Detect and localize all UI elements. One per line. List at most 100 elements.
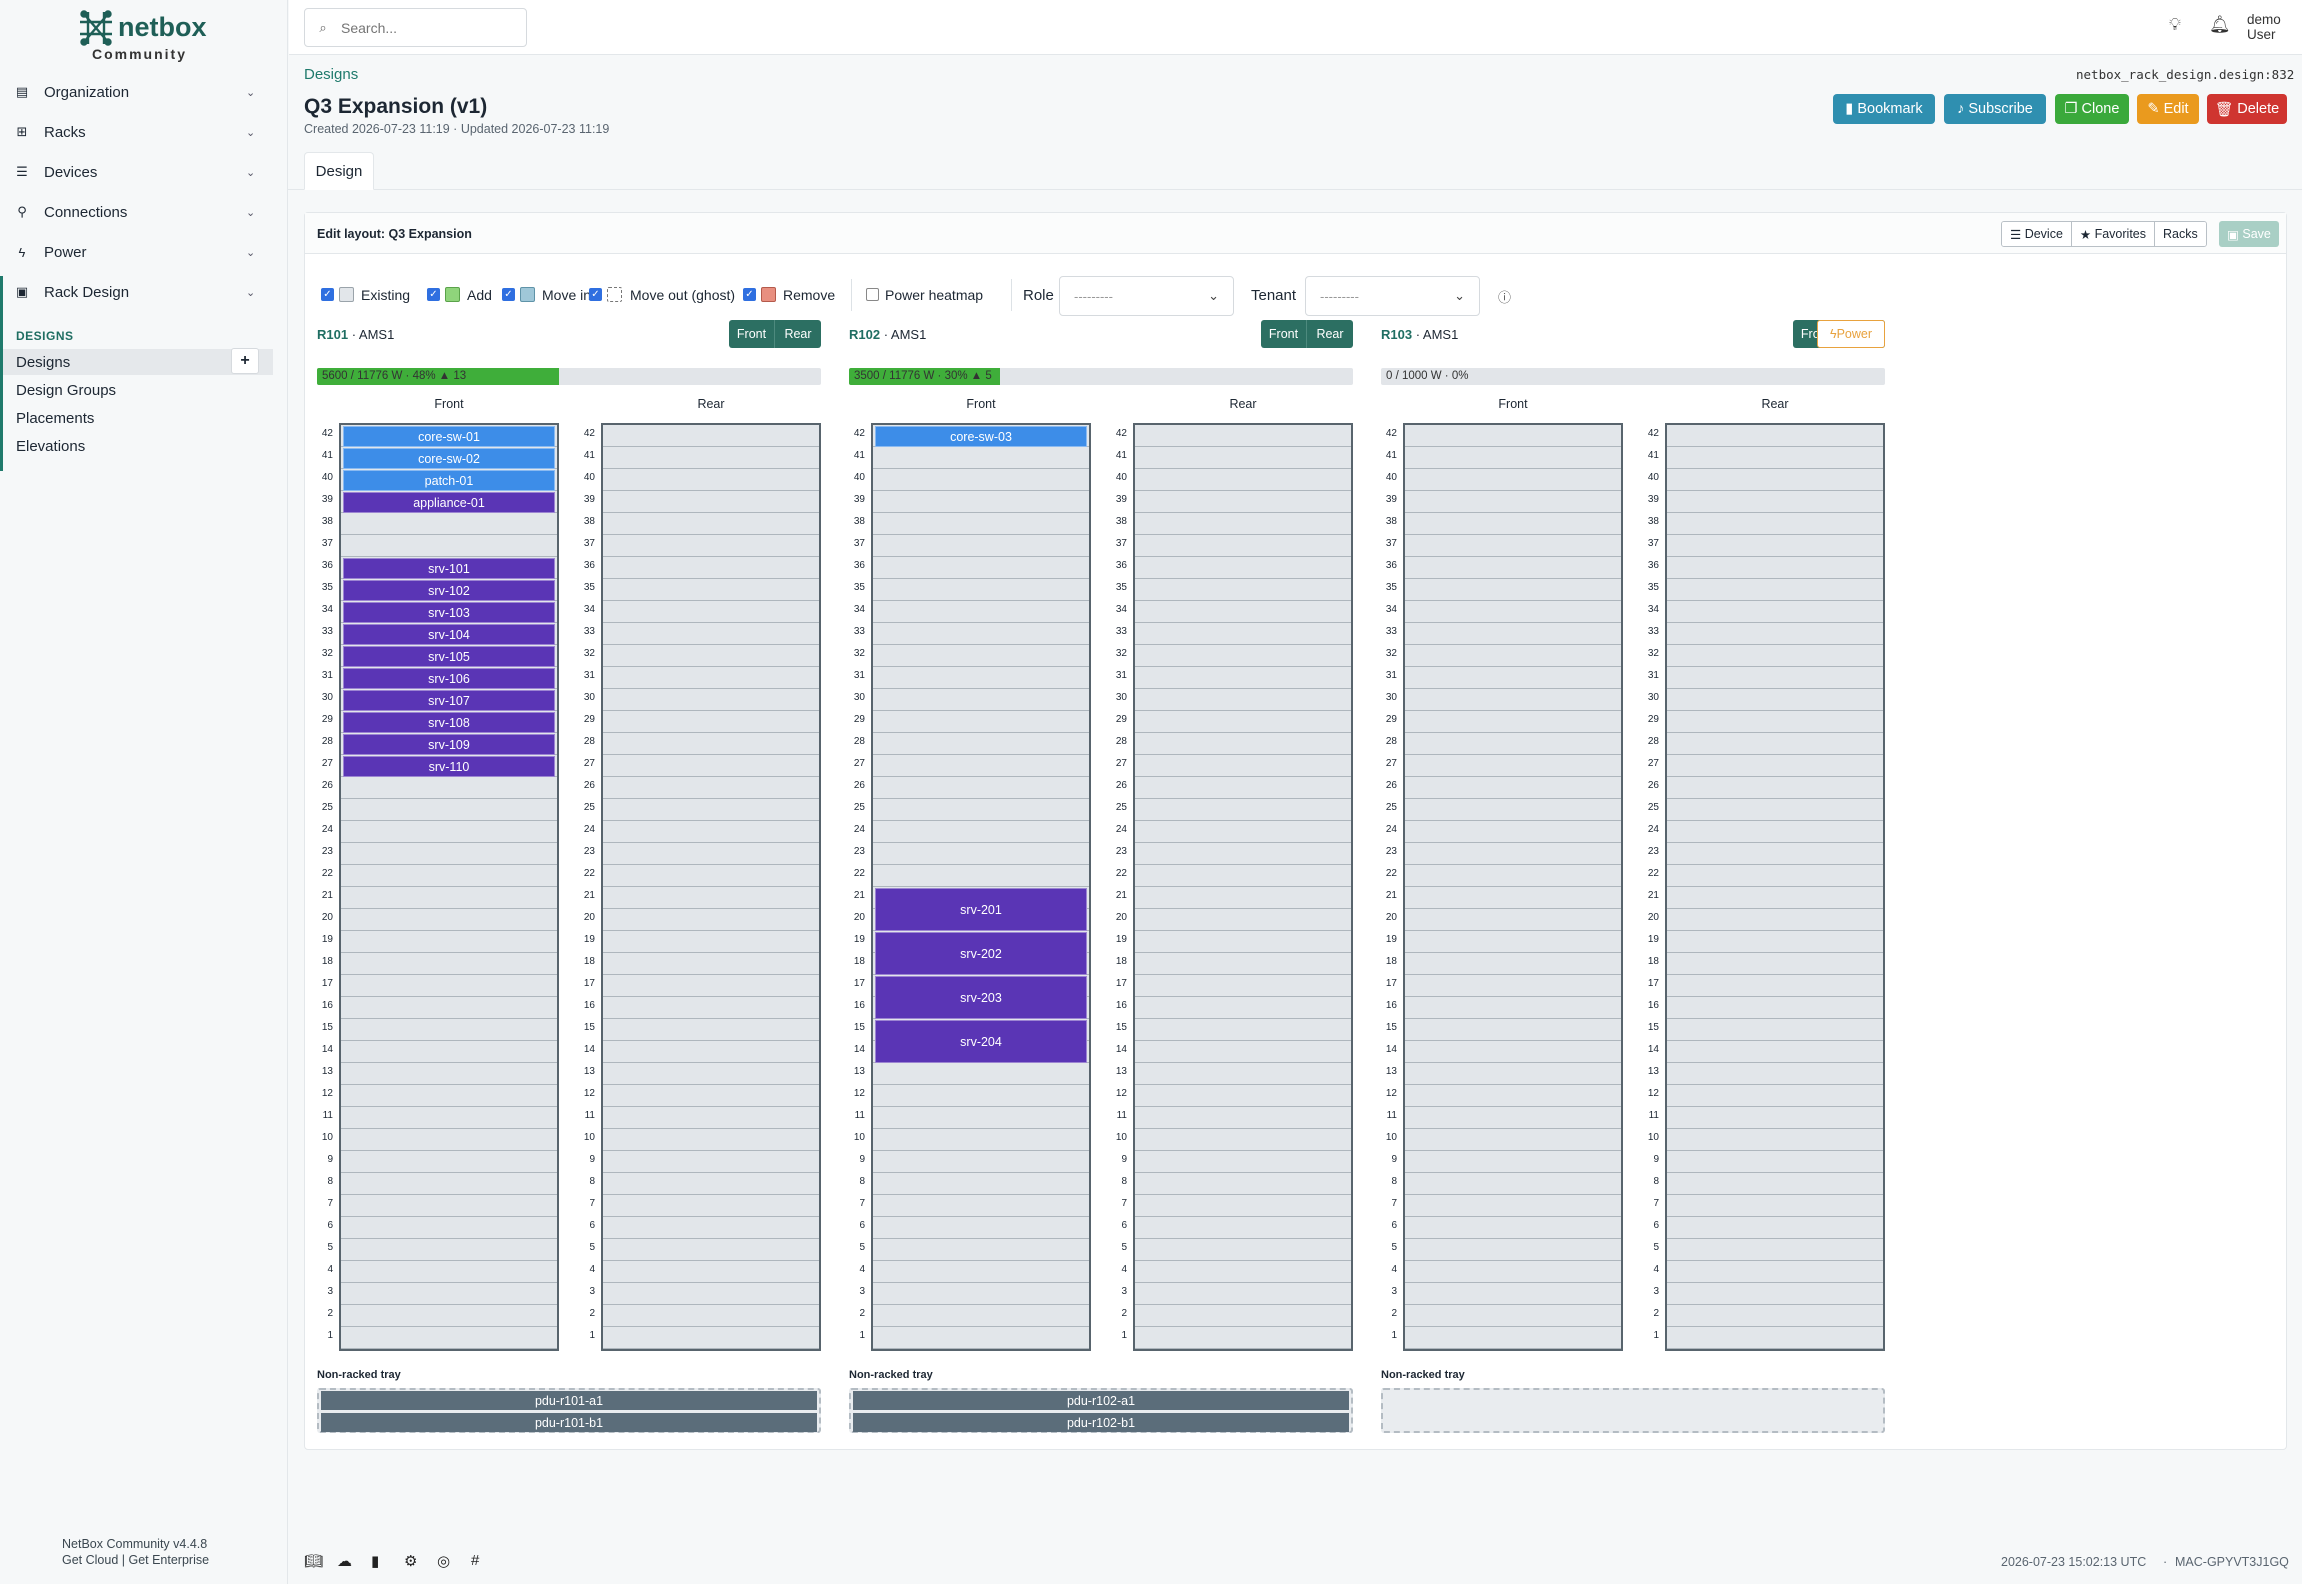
rack-unit-slot[interactable] (341, 1173, 557, 1195)
rack-unit-slot[interactable] (603, 1129, 819, 1151)
rack-unit-slot[interactable] (873, 535, 1089, 557)
rack-unit-slot[interactable] (341, 1195, 557, 1217)
rack-unit-slot[interactable] (603, 931, 819, 953)
rack-unit-slot[interactable] (1667, 887, 1883, 909)
non-racked-tray[interactable]: pdu-r102-a1 pdu-r102-b1 (849, 1388, 1353, 1433)
sidebar-item-placements[interactable]: Placements (3, 405, 273, 431)
rack-unit-slot[interactable] (341, 535, 557, 557)
favorites-panel-button[interactable]: ★ Favorites (2071, 222, 2155, 246)
rack-unit-slot[interactable] (1667, 557, 1883, 579)
rack-unit-slot[interactable] (1667, 645, 1883, 667)
rack-unit-slot[interactable] (603, 447, 819, 469)
rack-unit-slot[interactable] (1135, 1261, 1351, 1283)
rack-title[interactable]: R103 · AMS1 (1381, 327, 1458, 342)
rack-unit-slot[interactable] (1405, 491, 1621, 513)
rack-unit-slot[interactable] (1405, 1107, 1621, 1129)
rack-unit-slot[interactable] (873, 1129, 1089, 1151)
rack-unit-slot[interactable] (1405, 667, 1621, 689)
add-checkbox[interactable]: ✓ (427, 288, 440, 301)
rack-unit-slot[interactable] (341, 777, 557, 799)
rack-unit-slot[interactable] (1667, 425, 1883, 447)
rack-unit-slot[interactable] (341, 953, 557, 975)
tray-device[interactable]: pdu-r102-b1 (853, 1413, 1349, 1432)
rack-unit-slot[interactable] (1135, 931, 1351, 953)
rack-unit-slot[interactable] (1135, 1085, 1351, 1107)
power-heatmap-checkbox[interactable] (866, 288, 879, 301)
rack-unit-slot[interactable] (1405, 1305, 1621, 1327)
rack-unit-slot[interactable] (603, 601, 819, 623)
rack-unit-slot[interactable] (1405, 469, 1621, 491)
rack-unit-slot[interactable] (1405, 425, 1621, 447)
rack-unit-slot[interactable] (1405, 997, 1621, 1019)
rack-device[interactable]: patch-01 (343, 470, 555, 491)
rack-unit-slot[interactable] (603, 1327, 819, 1349)
rack-unit-slot[interactable] (873, 1063, 1089, 1085)
rack-unit-slot[interactable] (873, 1217, 1089, 1239)
rack-unit-slot[interactable] (1135, 645, 1351, 667)
rack-unit-slot[interactable] (341, 1063, 557, 1085)
rack-unit-slot[interactable] (603, 469, 819, 491)
bookmark-button[interactable]: ▮ Bookmark (1833, 94, 1935, 124)
rack-unit-slot[interactable] (873, 711, 1089, 733)
rack-unit-slot[interactable] (1135, 1129, 1351, 1151)
rack-unit-slot[interactable] (873, 1327, 1089, 1349)
rack-unit-slot[interactable] (1405, 777, 1621, 799)
rack-title[interactable]: R101 · AMS1 (317, 327, 394, 342)
rack-unit-slot[interactable] (1135, 1041, 1351, 1063)
rack-unit-slot[interactable] (603, 909, 819, 931)
rack-unit-slot[interactable] (1135, 623, 1351, 645)
rack-unit-slot[interactable] (341, 865, 557, 887)
rack-unit-slot[interactable] (341, 1239, 557, 1261)
rack-unit-slot[interactable] (873, 557, 1089, 579)
rack-unit-slot[interactable] (341, 1041, 557, 1063)
rack-unit-slot[interactable] (1667, 1019, 1883, 1041)
rack-unit-slot[interactable] (341, 1305, 557, 1327)
rack-unit-slot[interactable] (1405, 755, 1621, 777)
rack-unit-slot[interactable] (1405, 1019, 1621, 1041)
rack-device[interactable]: srv-202 (875, 932, 1087, 975)
front-button[interactable]: Front (1261, 320, 1307, 348)
rack-unit-slot[interactable] (873, 865, 1089, 887)
rack-unit-slot[interactable] (603, 821, 819, 843)
rack-unit-slot[interactable] (1405, 1261, 1621, 1283)
rack-unit-slot[interactable] (603, 755, 819, 777)
rack-unit-slot[interactable] (1405, 1151, 1621, 1173)
rack-unit-slot[interactable] (1405, 1195, 1621, 1217)
rack-unit-slot[interactable] (1405, 1041, 1621, 1063)
rack-device[interactable]: srv-102 (343, 580, 555, 601)
rack-unit-slot[interactable] (341, 931, 557, 953)
rack-unit-slot[interactable] (603, 1151, 819, 1173)
rack-unit-slot[interactable] (1667, 689, 1883, 711)
rack-unit-slot[interactable] (603, 535, 819, 557)
rack-unit-slot[interactable] (341, 1217, 557, 1239)
rack-unit-slot[interactable] (603, 1305, 819, 1327)
rack-unit-slot[interactable] (1405, 1217, 1621, 1239)
role-select[interactable]: --------- ⌄ (1059, 276, 1234, 316)
rack-unit-slot[interactable] (1667, 1151, 1883, 1173)
rack-device[interactable]: srv-108 (343, 712, 555, 733)
tenant-select[interactable]: --------- ⌄ (1305, 276, 1480, 316)
front-button[interactable]: Front (729, 320, 775, 348)
rack-unit-slot[interactable] (1667, 1195, 1883, 1217)
non-racked-tray[interactable] (1381, 1388, 1885, 1433)
rack-unit-slot[interactable] (603, 1261, 819, 1283)
existing-checkbox[interactable]: ✓ (321, 288, 334, 301)
cloud-icon[interactable]: ☁︎ (337, 1552, 352, 1570)
rack-unit-slot[interactable] (1667, 1173, 1883, 1195)
rack-unit-slot[interactable] (873, 513, 1089, 535)
rack-unit-slot[interactable] (873, 1239, 1089, 1261)
rack-unit-slot[interactable] (873, 799, 1089, 821)
rack-unit-slot[interactable] (1135, 909, 1351, 931)
rack-unit-slot[interactable] (1667, 1107, 1883, 1129)
rack-unit-slot[interactable] (1667, 1283, 1883, 1305)
rack-device[interactable]: core-sw-01 (343, 426, 555, 447)
rack-unit-slot[interactable] (873, 733, 1089, 755)
rack-unit-slot[interactable] (1135, 513, 1351, 535)
rack-unit-slot[interactable] (341, 821, 557, 843)
rack-unit-slot[interactable] (1135, 601, 1351, 623)
rack-unit-slot[interactable] (873, 1107, 1089, 1129)
rack-unit-slot[interactable] (1667, 1239, 1883, 1261)
rack-unit-slot[interactable] (1667, 865, 1883, 887)
rack-unit-slot[interactable] (1405, 513, 1621, 535)
rack-unit-slot[interactable] (1667, 667, 1883, 689)
